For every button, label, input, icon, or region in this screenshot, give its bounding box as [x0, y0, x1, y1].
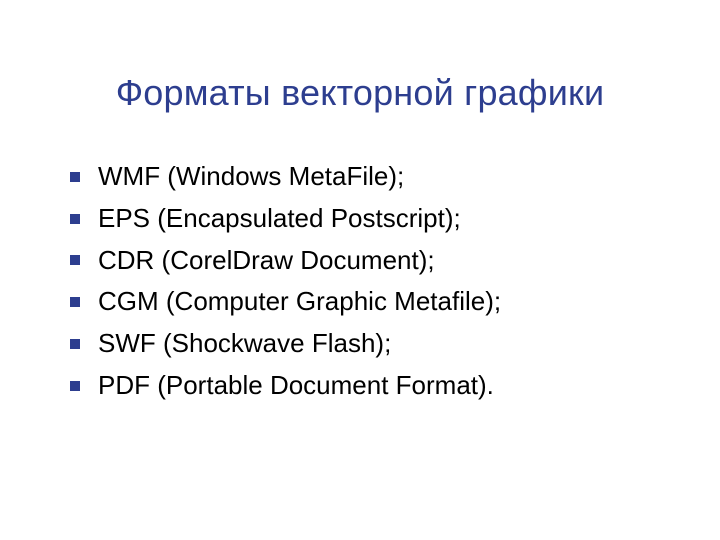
square-bullet-icon — [70, 297, 80, 307]
square-bullet-icon — [70, 255, 80, 265]
square-bullet-icon — [70, 214, 80, 224]
list-item-label: WMF (Windows MetaFile); — [98, 160, 404, 194]
list-item: SWF (Shockwave Flash); — [70, 327, 680, 361]
bullet-list: WMF (Windows MetaFile); EPS (Encapsulate… — [70, 160, 680, 411]
list-item-label: CDR (CorelDraw Document); — [98, 244, 435, 278]
slide-title: Форматы векторной графики — [0, 72, 720, 114]
list-item-label: SWF (Shockwave Flash); — [98, 327, 391, 361]
list-item-label: EPS (Encapsulated Postscript); — [98, 202, 461, 236]
list-item: CDR (CorelDraw Document); — [70, 244, 680, 278]
list-item: EPS (Encapsulated Postscript); — [70, 202, 680, 236]
square-bullet-icon — [70, 339, 80, 349]
slide: Форматы векторной графики WMF (Windows M… — [0, 0, 720, 540]
square-bullet-icon — [70, 172, 80, 182]
list-item-label: PDF (Portable Document Format). — [98, 369, 494, 403]
list-item: PDF (Portable Document Format). — [70, 369, 680, 403]
list-item-label: CGM (Computer Graphic Metafile); — [98, 285, 501, 319]
list-item: WMF (Windows MetaFile); — [70, 160, 680, 194]
list-item: CGM (Computer Graphic Metafile); — [70, 285, 680, 319]
square-bullet-icon — [70, 381, 80, 391]
